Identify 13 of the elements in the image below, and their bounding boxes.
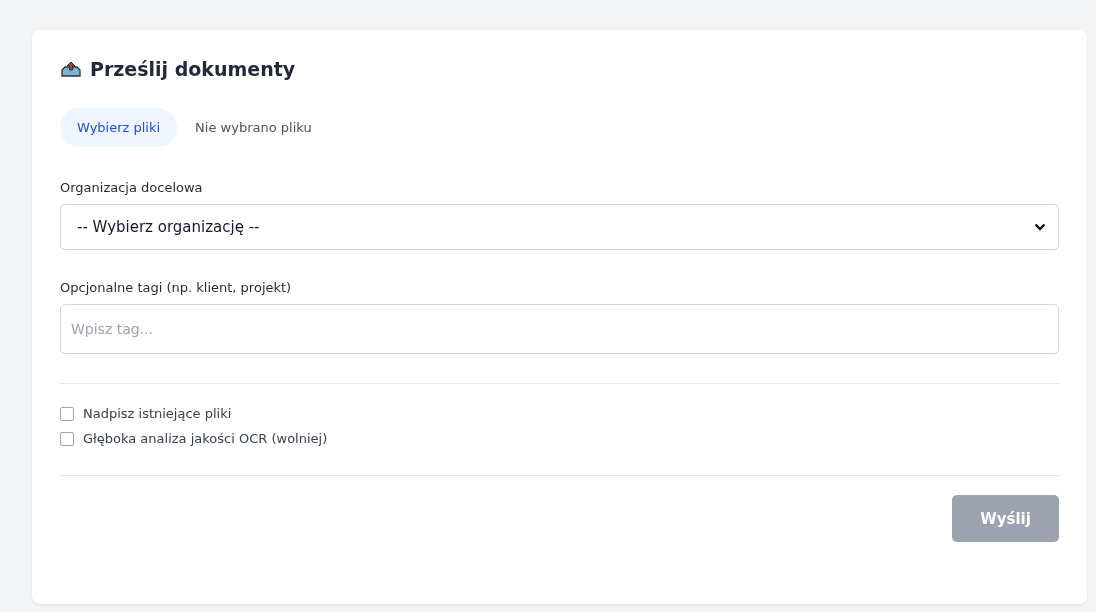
card-title: Prześlij dokumenty: [90, 58, 296, 80]
organization-select[interactable]: -- Wybierz organizację --: [60, 204, 1059, 250]
checkbox[interactable]: [60, 406, 74, 421]
field-label: Organizacja docelowa: [60, 180, 204, 195]
choose-files-button[interactable]: Wybierz pliki: [60, 108, 178, 147]
checkbox-label: Nadpisz istniejące pliki: [83, 406, 232, 421]
chevron-down-icon: [1034, 223, 1046, 231]
checkbox-label: Głęboka analiza jakości OCR (wolniej): [83, 431, 328, 446]
upload-tray-icon: [60, 60, 82, 78]
field-label: Opcjonalne tagi (np. klient, projekt): [60, 280, 293, 295]
file-status: Nie wybrano pliku: [195, 120, 312, 135]
checkbox[interactable]: [60, 431, 74, 446]
tag-input[interactable]: Wpisz tag...: [60, 304, 1059, 354]
